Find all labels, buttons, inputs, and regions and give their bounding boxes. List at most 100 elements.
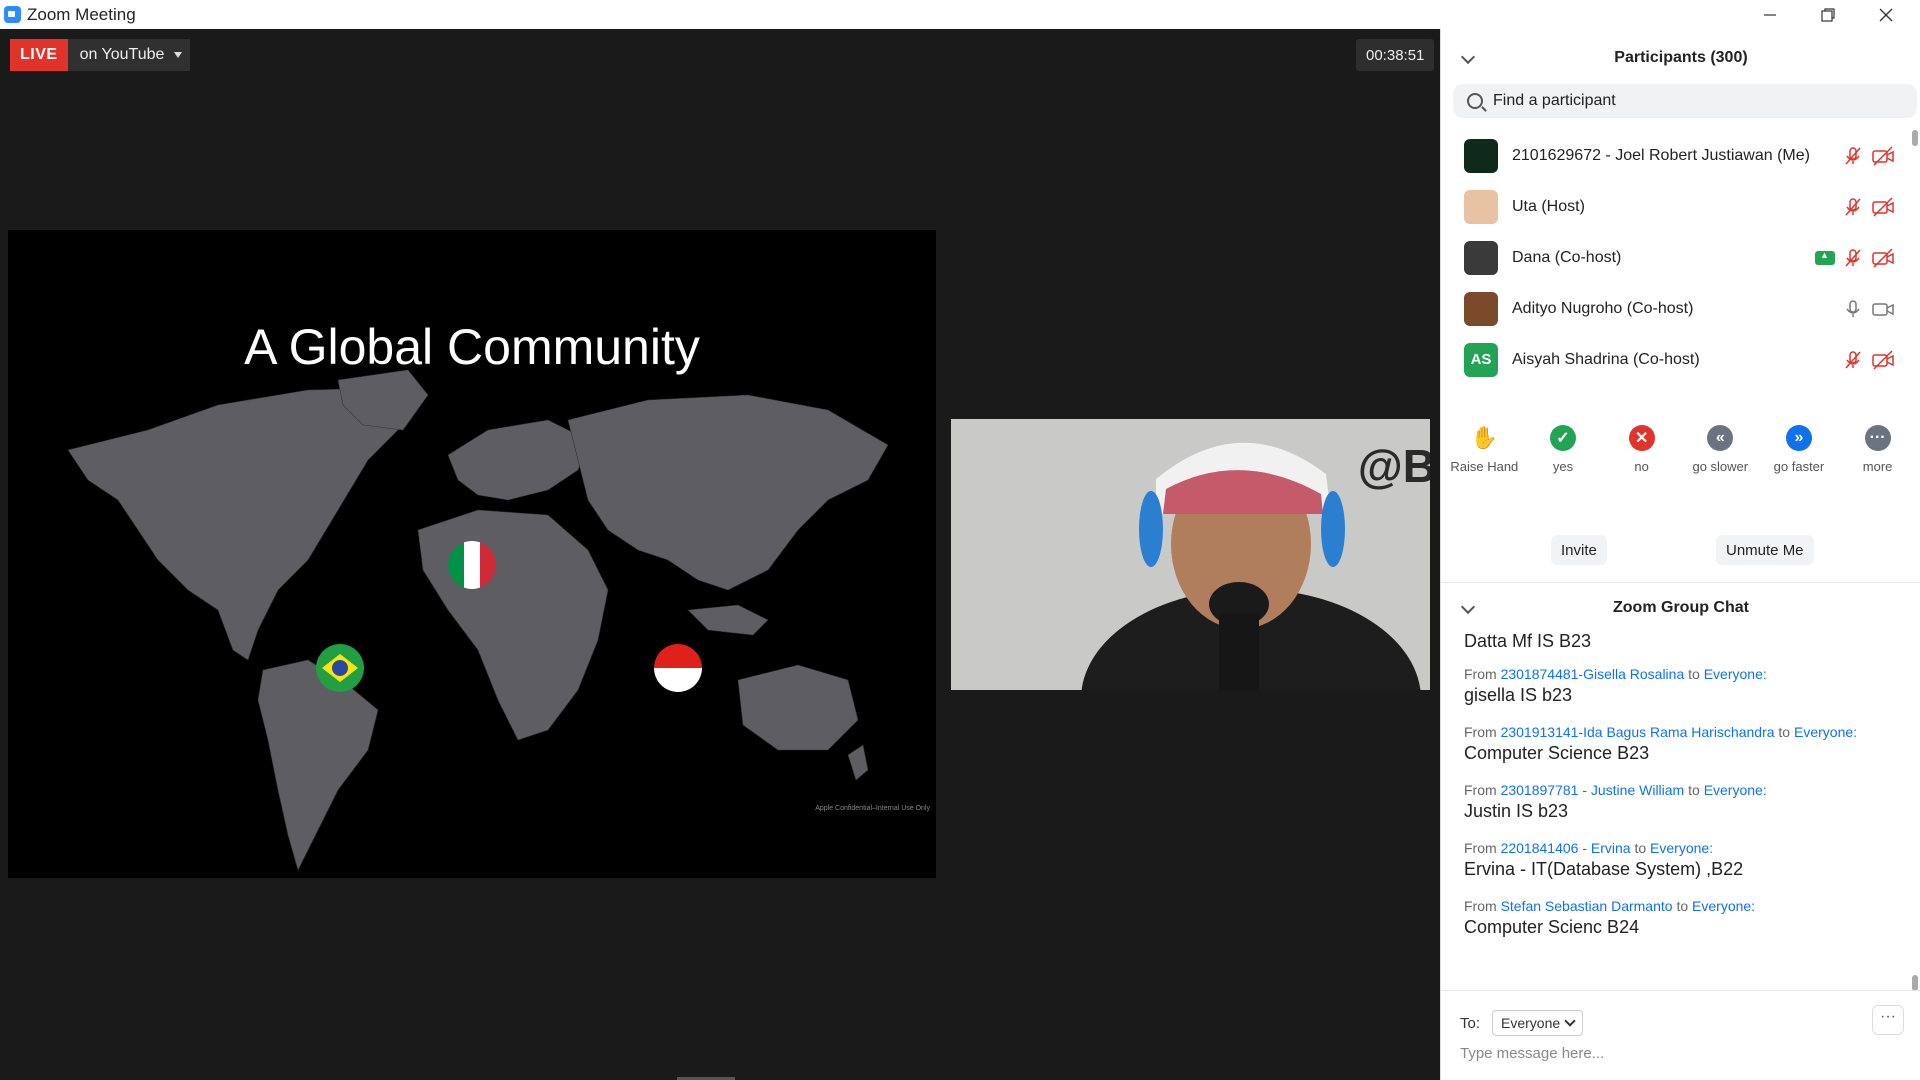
participant-row[interactable]: Dana (Co-host)	[1441, 232, 1911, 283]
chat-from-label: From	[1464, 666, 1497, 682]
italy-flag	[448, 541, 496, 589]
reactions-bar: ✋ Raise Hand ✓ yes ✕ no « go slower » go faster ··…	[1441, 421, 1920, 521]
video-off-icon[interactable]	[1871, 196, 1895, 217]
panel-divider	[1441, 582, 1920, 583]
live-label: LIVE	[10, 39, 68, 71]
reaction-label: yes	[1552, 459, 1574, 474]
unmute-me-button[interactable]: Unmute Me	[1716, 535, 1814, 565]
chat-recipient-select[interactable]: Everyone	[1492, 1010, 1584, 1036]
chat-message: From 2301874481-Gisella Rosalina to Ever…	[1441, 666, 1911, 706]
avatar: AS	[1464, 342, 1498, 377]
chat-sender[interactable]: Stefan Sebastian Darmanto	[1501, 898, 1673, 914]
video-icon[interactable]	[1871, 299, 1895, 319]
meeting-timer: 00:38:51	[1356, 39, 1435, 71]
mic-muted-icon[interactable]	[1843, 350, 1863, 370]
reaction-no[interactable]: ✕ no	[1603, 421, 1681, 521]
chat-message-meta: From Stefan Sebastian Darmanto to Everyo…	[1464, 898, 1911, 914]
chat-to-word: to	[1634, 840, 1647, 856]
x-icon: ✕	[1628, 425, 1655, 451]
participants-header: Participants (300)	[1614, 49, 1748, 66]
mic-muted-icon[interactable]	[1843, 197, 1863, 217]
search-icon	[1467, 93, 1483, 109]
raise-hand-icon: ✋	[1470, 425, 1499, 450]
rewind-icon: «	[1707, 425, 1734, 451]
mic-muted-icon[interactable]	[1843, 248, 1863, 268]
participant-search-input[interactable]: Find a participant	[1453, 84, 1917, 118]
participant-row[interactable]: Uta (Host)	[1441, 181, 1911, 232]
chat-to-word: to	[1688, 666, 1700, 682]
speaker-video[interactable]: @B	[951, 419, 1430, 690]
mic-icon[interactable]	[1843, 299, 1863, 319]
close-icon[interactable]	[1857, 0, 1915, 29]
video-watermark: @B	[1357, 440, 1430, 492]
chevron-down-icon	[1564, 1015, 1576, 1027]
zoom-app-icon	[4, 6, 21, 23]
participant-scrollbar[interactable]	[1912, 130, 1919, 402]
caret-down-icon	[174, 52, 183, 58]
participant-row[interactable]: AS Aisyah Shadrina (Co-host)	[1441, 334, 1911, 385]
live-stream-badge[interactable]: LIVE on YouTube	[10, 39, 191, 71]
shared-screen: A Global Community Apple Confidential–In…	[8, 230, 936, 878]
minimize-icon[interactable]	[1741, 0, 1799, 29]
reaction-label: no	[1634, 459, 1649, 474]
chat-message-text: Computer Science B23	[1464, 743, 1650, 763]
live-platform-dropdown[interactable]: on YouTube	[67, 39, 191, 71]
participant-search-placeholder: Find a participant	[1493, 92, 1616, 109]
chat-header: Zoom Group Chat	[1613, 599, 1749, 616]
reaction-raise-hand[interactable]: ✋ Raise Hand	[1445, 421, 1523, 521]
brazil-flag	[316, 644, 364, 692]
avatar	[1464, 291, 1498, 326]
more-icon: ···	[1864, 425, 1891, 451]
invite-button[interactable]: Invite	[1551, 535, 1607, 565]
live-platform-label: on YouTube	[79, 46, 165, 63]
chat-scrollbar[interactable]	[1912, 631, 1919, 991]
reaction-yes[interactable]: ✓ yes	[1524, 421, 1602, 521]
chat-sender[interactable]: 2301874481-Gisella Rosalina	[1501, 666, 1685, 682]
check-icon: ✓	[1549, 425, 1576, 451]
chat-message: From Stefan Sebastian Darmanto to Everyo…	[1441, 898, 1911, 938]
fast-forward-icon: »	[1785, 425, 1812, 451]
chat-sender[interactable]: 2201841406 - Ervina	[1501, 840, 1631, 856]
chat-to-word: to	[1778, 724, 1791, 740]
reaction-go-slower[interactable]: « go slower	[1681, 421, 1759, 521]
slide-footer: Apple Confidential–Internal Use Only	[815, 805, 930, 812]
title-bar: Zoom Meeting	[0, 0, 1920, 29]
chat-message: From 2201841406 - Ervina to Everyone: Erv…	[1441, 840, 1911, 880]
mic-muted-icon[interactable]	[1843, 146, 1863, 166]
chat-message-meta: From 2301874481-Gisella Rosalina to Ever…	[1464, 666, 1911, 682]
participant-row[interactable]: Adityo Nugroho (Co-host)	[1441, 283, 1911, 334]
chat-recipient[interactable]: Everyone:	[1704, 666, 1767, 682]
reaction-go-faster[interactable]: » go faster	[1760, 421, 1838, 521]
participant-row[interactable]: 2101629672 - Joel Robert Justiawan (Me)	[1441, 130, 1911, 181]
avatar	[1464, 138, 1498, 173]
chat-recipient[interactable]: Everyone:	[1650, 840, 1713, 856]
chat-message: From 2301897781 - Justine William to Eve…	[1441, 782, 1911, 822]
slide-title: A Global Community	[244, 319, 700, 375]
video-off-icon[interactable]	[1871, 349, 1895, 370]
chat-message-meta: From 2301897781 - Justine William to Eve…	[1464, 782, 1911, 798]
chat-from-label: From	[1464, 782, 1497, 798]
restore-icon[interactable]	[1799, 0, 1857, 29]
chat-more-button[interactable]: ···	[1872, 1005, 1904, 1035]
chat-from-label: From	[1464, 898, 1497, 914]
chat-sender[interactable]: 2301913141-Ida Bagus Rama Harischandra	[1501, 724, 1775, 740]
window-title: Zoom Meeting	[27, 5, 136, 24]
chat-to-label: To:	[1460, 1014, 1481, 1032]
chat-message-meta: From 2201841406 - Ervina to Everyone:	[1464, 840, 1911, 856]
video-off-icon[interactable]	[1871, 247, 1895, 268]
chat-to-word: to	[1676, 898, 1689, 914]
chat-message-text: Ervina - IT(Database System) ,B22	[1464, 859, 1744, 879]
chat-from-label: From	[1464, 724, 1497, 740]
chat-recipient[interactable]: Everyone:	[1704, 782, 1767, 798]
chat-message-text: Datta Mf IS B23	[1464, 631, 1592, 651]
video-off-icon[interactable]	[1871, 145, 1895, 166]
chat-message-input[interactable]: Type message here...	[1460, 1045, 1604, 1062]
chat-recipient[interactable]: Everyone:	[1692, 898, 1755, 914]
chat-recipient[interactable]: Everyone:	[1794, 724, 1857, 740]
reaction-more[interactable]: ··· more	[1839, 421, 1917, 521]
side-panel: Participants (300) Find a participant 21…	[1440, 29, 1920, 1080]
chat-recipient-value: Everyone	[1501, 1015, 1561, 1031]
chat-message-meta: From 2301913141-Ida Bagus Rama Harischan…	[1464, 724, 1911, 740]
chat-sender[interactable]: 2301897781 - Justine William	[1501, 782, 1685, 798]
reaction-label: more	[1862, 459, 1893, 474]
